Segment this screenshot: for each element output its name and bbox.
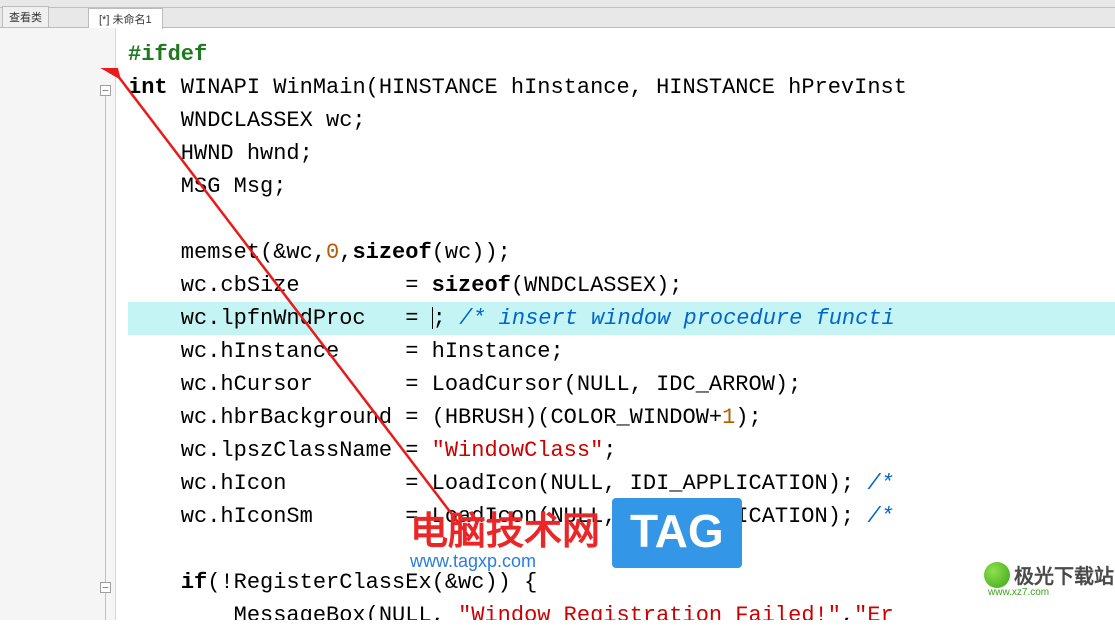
code-line: wc.hIcon = LoadIcon(NULL, IDI_APPLICATIO…: [128, 467, 1115, 500]
code-line: if(!RegisterClassEx(&wc)) {: [128, 566, 1115, 599]
top-toolbar-strip: [0, 0, 1115, 8]
view-class-tab[interactable]: 查看类: [2, 6, 49, 27]
code-line: wc.lpszClassName = "WindowClass";: [128, 434, 1115, 467]
code-line: wc.hCursor = LoadCursor(NULL, IDC_ARROW)…: [128, 368, 1115, 401]
code-line: wc.hInstance = hInstance;: [128, 335, 1115, 368]
document-tab-label: [*] 未命名1: [99, 14, 152, 26]
code-line-current: wc.lpfnWndProc = ; /* insert window proc…: [128, 302, 1115, 335]
code-line: [128, 533, 1115, 566]
view-class-label: 查看类: [9, 12, 42, 24]
code-line: wc.hbrBackground = (HBRUSH)(COLOR_WINDOW…: [128, 401, 1115, 434]
code-line: MSG Msg;: [128, 170, 1115, 203]
editor-area: − − #ifdef int WINAPI WinMain(HINSTANCE …: [0, 28, 1115, 620]
code-line: HWND hwnd;: [128, 137, 1115, 170]
code-line: #ifdef: [128, 38, 1115, 71]
document-tab-untitled1[interactable]: [*] 未命名1: [88, 8, 163, 29]
code-line: [128, 203, 1115, 236]
fold-toggle-icon[interactable]: −: [100, 582, 111, 593]
gutter[interactable]: − −: [0, 28, 116, 620]
fold-toggle-icon[interactable]: −: [100, 85, 111, 96]
code-line: wc.hIconSm = LoadIcon(NULL, IDI_APPLICAT…: [128, 500, 1115, 533]
code-line: memset(&wc,0,sizeof(wc));: [128, 236, 1115, 269]
tab-bar: 查看类 ◄ ► [*] 未命名1: [0, 8, 1115, 28]
code-editor[interactable]: #ifdef int WINAPI WinMain(HINSTANCE hIns…: [116, 28, 1115, 620]
fold-guide-line: [105, 96, 106, 620]
code-line: MessageBox(NULL, "Window Registration Fa…: [128, 599, 1115, 620]
code-line: wc.cbSize = sizeof(WNDCLASSEX);: [128, 269, 1115, 302]
code-line: WNDCLASSEX wc;: [128, 104, 1115, 137]
code-line: int WINAPI WinMain(HINSTANCE hInstance, …: [128, 71, 1115, 104]
